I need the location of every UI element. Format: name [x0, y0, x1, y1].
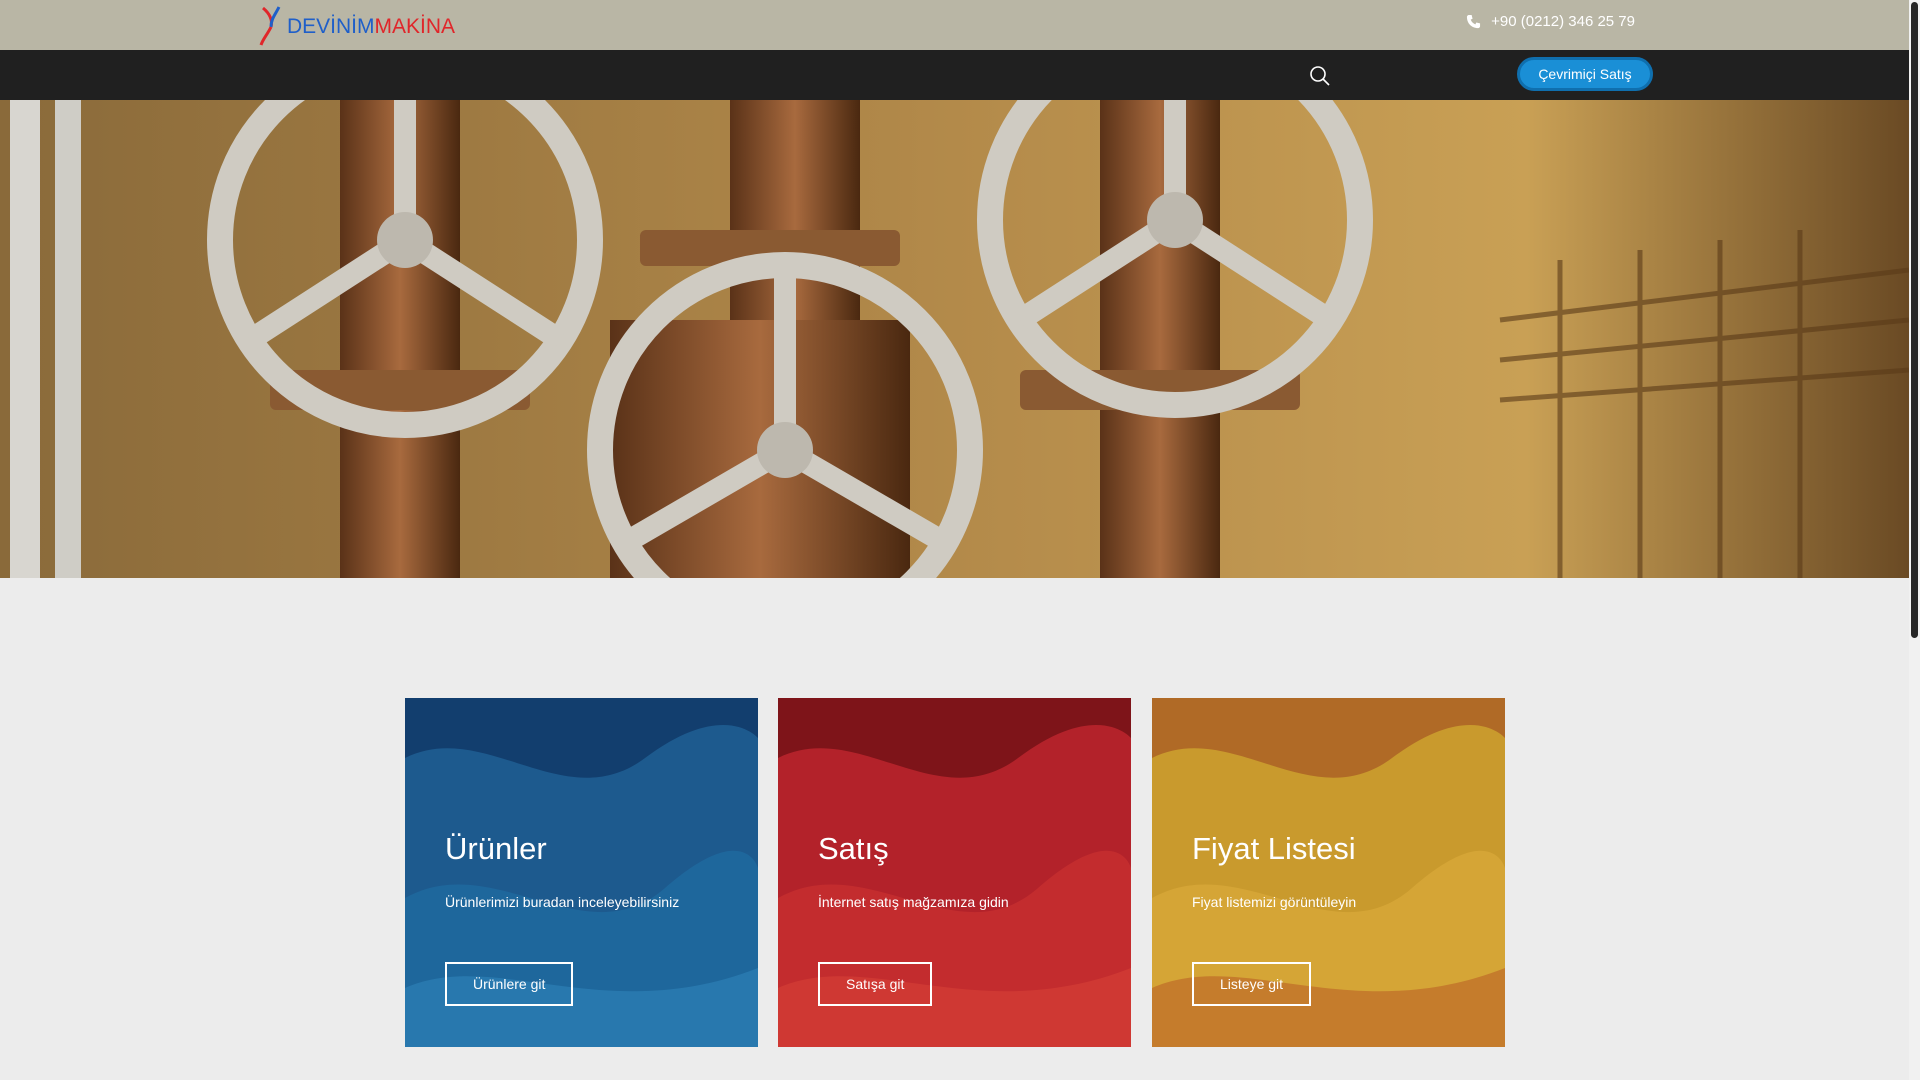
card-products: Ürünler Ürünlerimizi buradan inceleyebil… — [405, 698, 758, 1047]
online-sales-button[interactable]: Çevrimiçi Satış — [1517, 57, 1653, 91]
card-title: Fiyat Listesi — [1192, 831, 1356, 866]
card-description: Fiyat listemizi görüntüleyin — [1192, 894, 1357, 910]
site-logo[interactable]: DEVİNİMMAKİNA — [259, 4, 455, 48]
top-bar: DEVİNİMMAKİNA +90 (0212) 346 25 79 — [0, 0, 1909, 50]
search-icon[interactable] — [1308, 64, 1332, 88]
phone-number[interactable]: +90 (0212) 346 25 79 — [1491, 13, 1635, 30]
valves-photo — [0, 100, 1909, 578]
logo-text: DEVİNİMMAKİNA — [287, 14, 456, 38]
card-title: Ürünler — [445, 831, 547, 866]
go-to-sales-button[interactable]: Satışa git — [818, 962, 933, 1006]
phone-contact[interactable]: +90 (0212) 346 25 79 — [1466, 13, 1635, 30]
card-description: Ürünlerimizi buradan inceleyebilirsiniz — [445, 894, 680, 910]
hero-banner-image — [0, 100, 1909, 578]
main-navbar: Çevrimiçi Satış — [0, 50, 1909, 100]
logo-mark-icon — [259, 6, 281, 46]
card-description: İnternet satış mağzamıza gidin — [818, 894, 1009, 910]
go-to-price-list-button[interactable]: Listeye git — [1192, 962, 1312, 1006]
page-scrollbar[interactable] — [1909, 0, 1920, 1080]
phone-icon — [1467, 14, 1481, 29]
scrollbar-thumb[interactable] — [1911, 2, 1918, 638]
card-price-list: Fiyat Listesi Fiyat listemizi görüntüley… — [1152, 698, 1505, 1047]
go-to-products-button[interactable]: Ürünlere git — [445, 962, 574, 1006]
card-title: Satış — [818, 831, 889, 866]
card-sales: Satış İnternet satış mağzamıza gidin Sat… — [778, 698, 1131, 1047]
